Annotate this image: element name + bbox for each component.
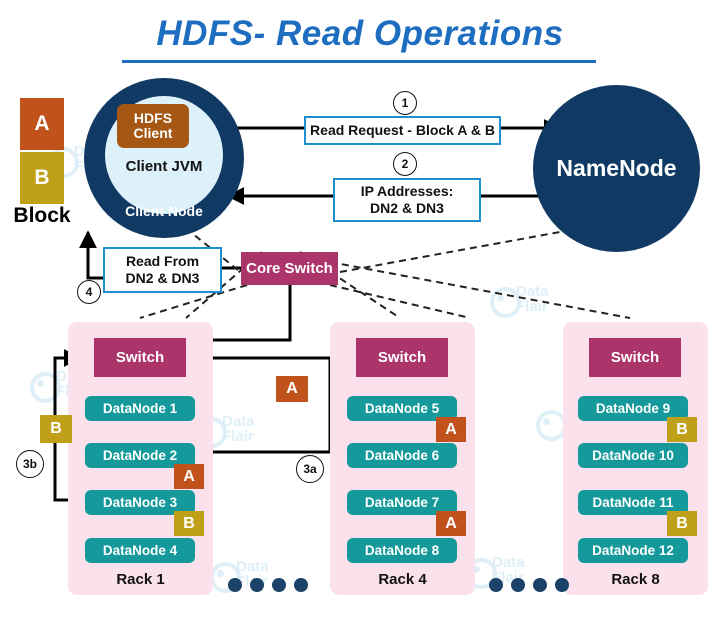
step-3a-marker: 3a — [296, 455, 324, 483]
step-2-box: IP Addresses: DN2 & DN3 — [333, 178, 481, 222]
namenode: NameNode — [533, 85, 700, 252]
step-1-marker: 1 — [393, 91, 417, 115]
step-3b-marker: 3b — [16, 450, 44, 478]
datanode-1: DataNode 1 — [85, 396, 195, 421]
rack-1-switch: Switch — [94, 338, 186, 377]
block-label: Block — [13, 204, 71, 227]
rack-ellipsis-dot — [533, 578, 547, 592]
datanode-3-block-badge: B — [174, 511, 204, 536]
step-2-line2: DN2 & DN3 — [370, 200, 444, 216]
client-jvm-label: Client JVM — [125, 158, 203, 175]
rack-ellipsis-dot — [555, 578, 569, 592]
datanode-8: DataNode 8 — [347, 538, 457, 563]
client-node-label: Client Node — [125, 203, 203, 219]
block-a: A — [20, 98, 64, 150]
watermark-line1: Data — [222, 413, 255, 430]
step-4-line2: DN2 & DN3 — [125, 270, 200, 286]
title-underline — [122, 60, 596, 63]
watermark-line2: Flair — [516, 298, 548, 315]
hdfs-client-line2: Client — [133, 125, 173, 141]
step-4-line1: Read From — [125, 253, 200, 270]
datanode-10: DataNode 10 — [578, 443, 688, 468]
datanode-9-block-badge: B — [667, 417, 697, 442]
datanode-2-block-badge: A — [174, 464, 204, 489]
block-b: B — [20, 152, 64, 204]
transfer-block-a-badge: A — [276, 376, 308, 402]
diagram-canvas: HDFS- Read Operations Data Flair Data Fl… — [0, 0, 720, 623]
hdfs-client-line1: HDFS — [133, 110, 173, 127]
step-4-marker: 4 — [77, 280, 101, 304]
datanode-12: DataNode 12 — [578, 538, 688, 563]
rack-4-label: Rack 4 — [378, 571, 427, 588]
rack-1-label: Rack 1 — [116, 571, 165, 588]
rack-ellipsis-dot — [250, 578, 264, 592]
watermark-line1: Data — [516, 283, 549, 300]
step-1-box: Read Request - Block A & B — [304, 116, 501, 145]
step-2-line1: IP Addresses: — [360, 183, 454, 200]
watermark-line2: Flair — [222, 428, 254, 445]
datanode-6: DataNode 6 — [347, 443, 457, 468]
datanode-4: DataNode 4 — [85, 538, 195, 563]
watermark-line1: Data — [492, 554, 525, 571]
rack-8-switch: Switch — [589, 338, 681, 377]
rack-8-label: Rack 8 — [611, 571, 660, 588]
hdfs-client-box: HDFS Client — [117, 104, 189, 148]
step-2-marker: 2 — [393, 152, 417, 176]
datanode-5-block-badge: A — [436, 417, 466, 442]
page-title: HDFS- Read Operations — [156, 14, 564, 53]
datanode-7-block-badge: A — [436, 511, 466, 536]
rack-ellipsis-dot — [228, 578, 242, 592]
rack-ellipsis-dot — [511, 578, 525, 592]
core-switch: Core Switch — [241, 252, 338, 285]
transfer-block-b-badge: B — [40, 415, 72, 443]
rack-ellipsis-dot — [272, 578, 286, 592]
rack-ellipsis-dot — [489, 578, 503, 592]
datanode-11-block-badge: B — [667, 511, 697, 536]
step-4-box: Read From DN2 & DN3 — [103, 247, 222, 293]
rack-ellipsis-dot — [294, 578, 308, 592]
rack-4-switch: Switch — [356, 338, 448, 377]
watermark-line1: Data — [236, 558, 269, 575]
